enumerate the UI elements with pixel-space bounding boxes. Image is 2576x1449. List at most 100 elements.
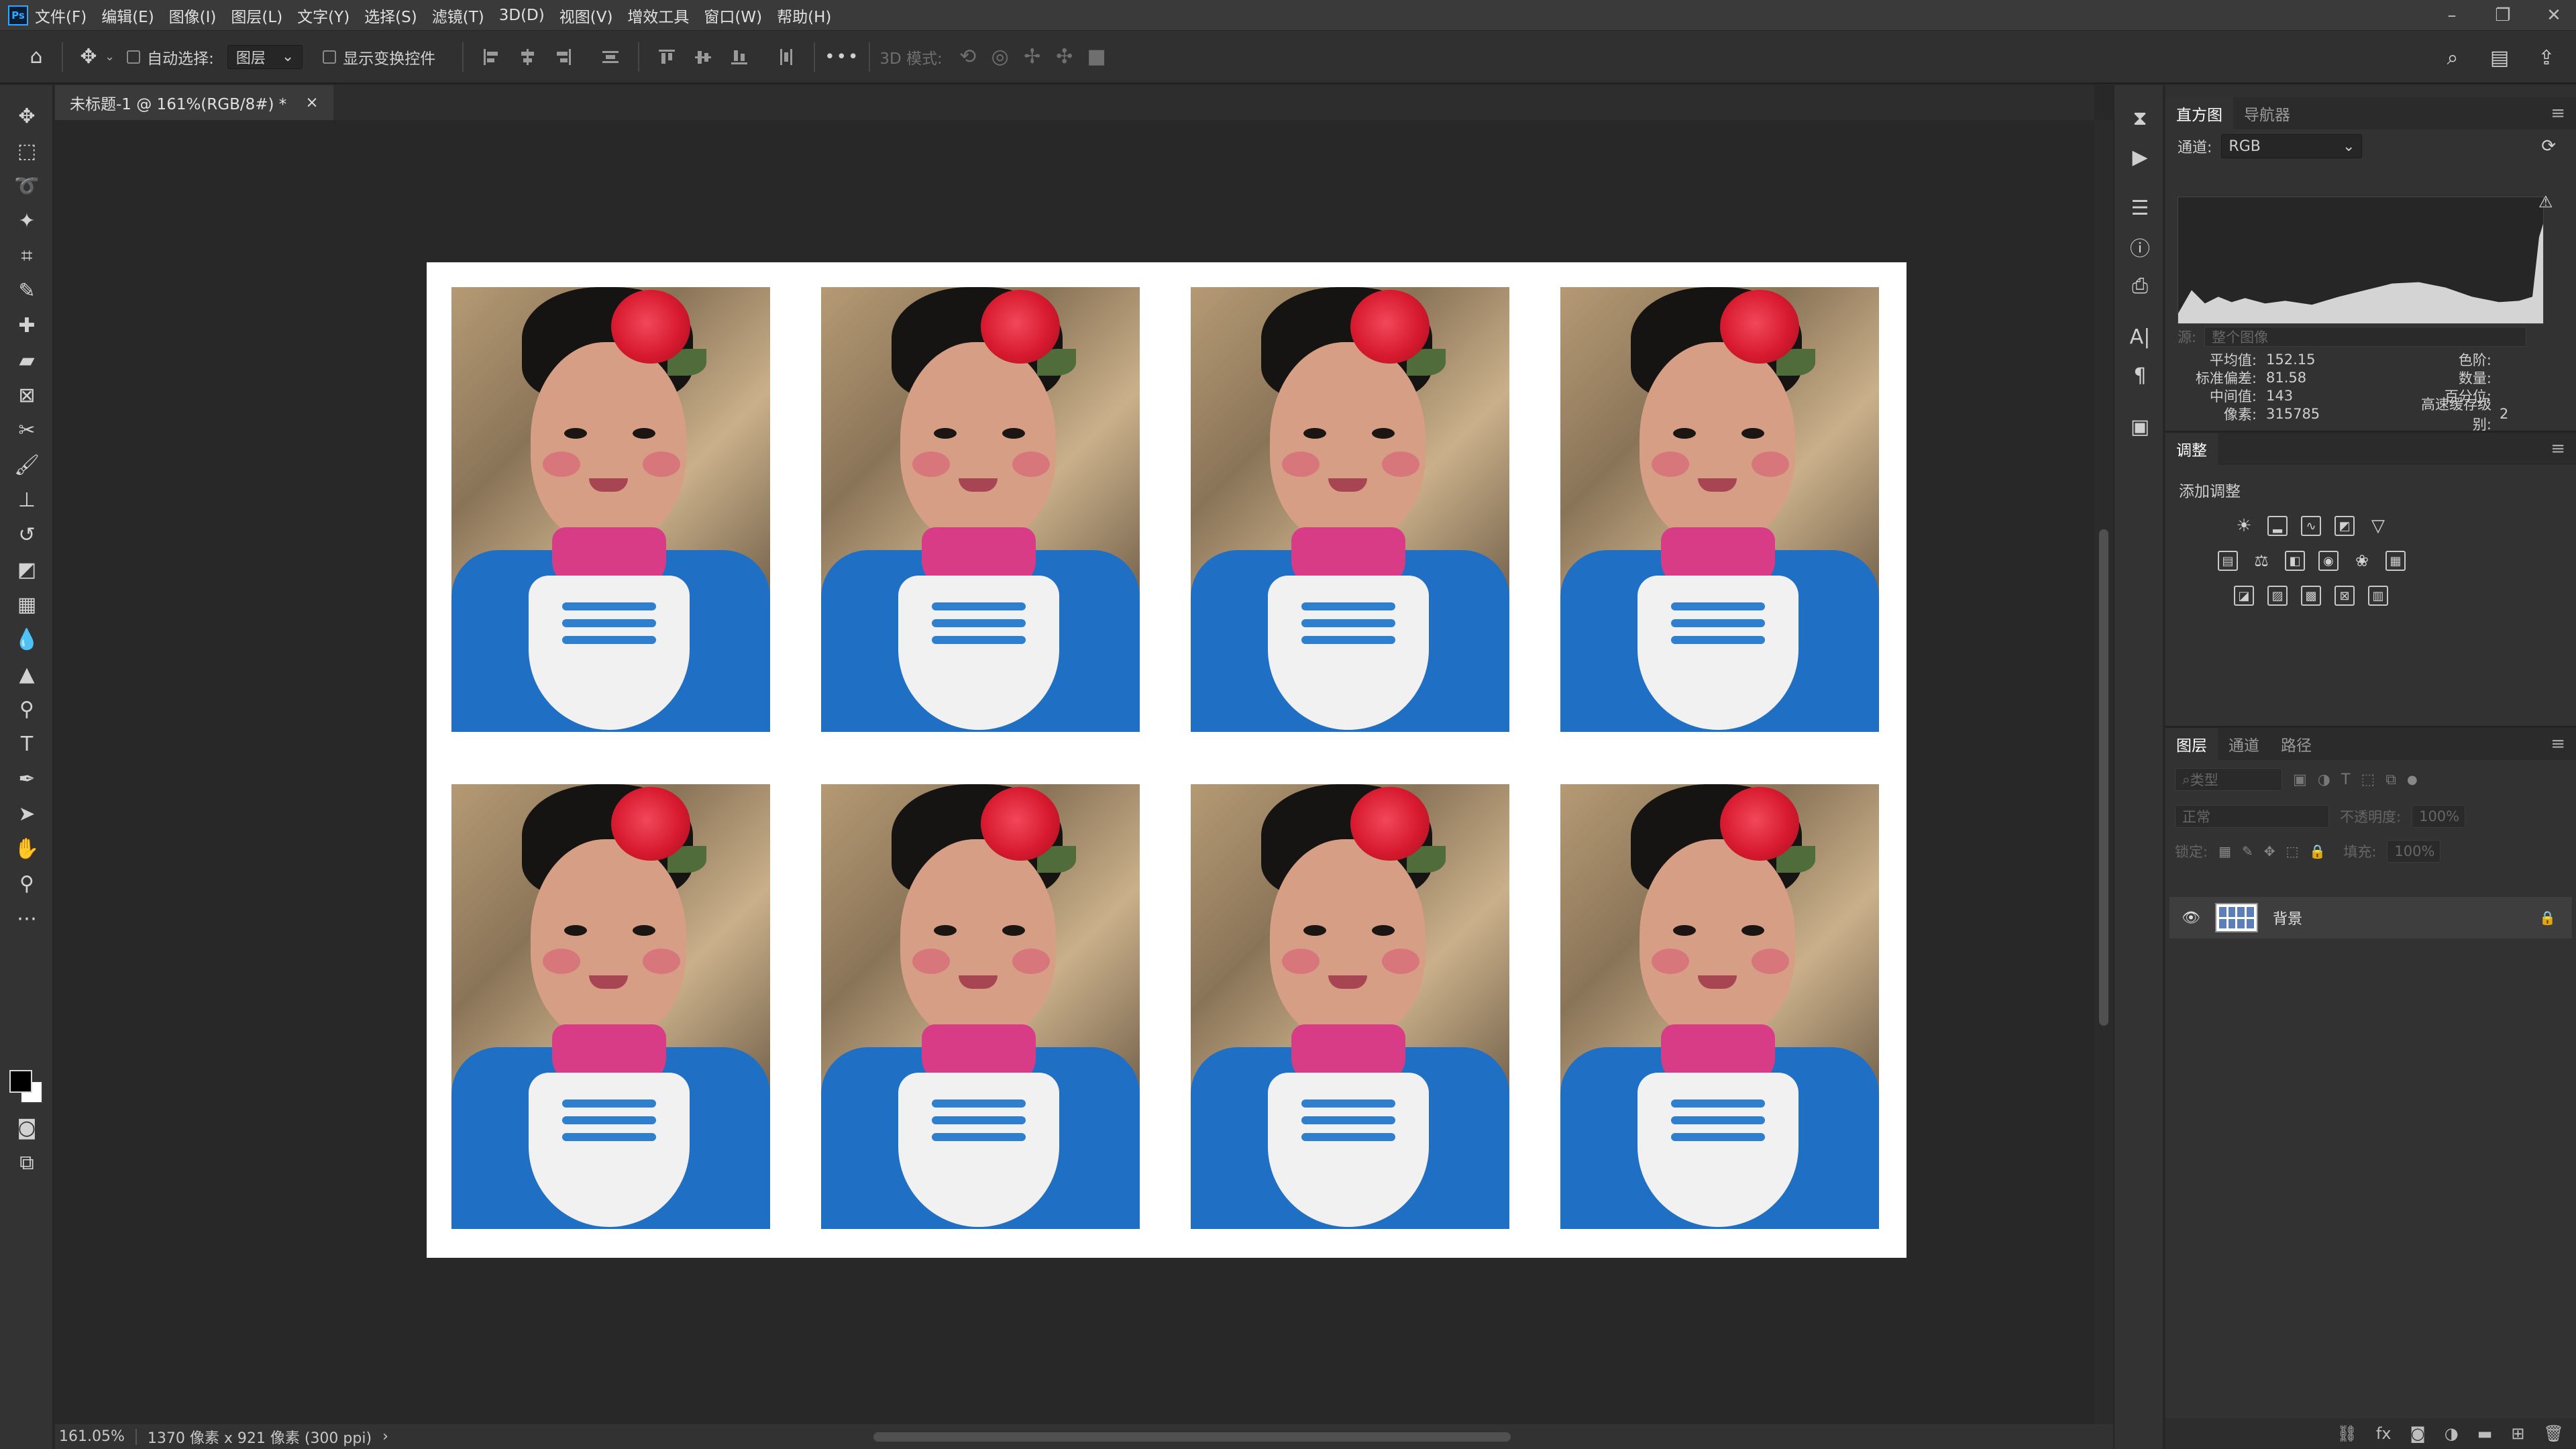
paragraph-icon[interactable]: ¶ — [2114, 356, 2165, 395]
document-tab[interactable]: 未标题-1 @ 161%(RGB/8#) * × — [55, 85, 333, 120]
auto-select-dropdown[interactable]: 图层 ⌄ — [227, 44, 303, 69]
menu-select[interactable]: 选择(S) — [364, 4, 417, 27]
move-tool-icon[interactable]: ✥ — [0, 99, 54, 133]
menu-type[interactable]: 文字(Y) — [297, 4, 350, 27]
distribute-vertical-icon[interactable] — [600, 47, 621, 67]
filter-adjustment-icon[interactable]: ◑ — [2318, 771, 2330, 788]
type-tool-icon[interactable]: T — [0, 727, 54, 761]
show-transform-checkbox[interactable] — [323, 50, 337, 64]
path-selection-tool-icon[interactable]: ➤ — [0, 796, 54, 831]
healing-brush-tool-icon[interactable]: ✚ — [0, 308, 54, 343]
align-top-icon[interactable] — [657, 47, 677, 67]
menu-view[interactable]: 视图(V) — [559, 4, 613, 27]
panel-menu-icon[interactable]: ≡ — [2551, 103, 2565, 123]
history-icon[interactable]: ⧗ — [2114, 99, 2165, 138]
vertical-scrollbar[interactable] — [2094, 120, 2113, 1424]
clone-stamp-tool-icon[interactable]: ⊥ — [0, 482, 54, 517]
new-adjustment-icon[interactable]: ◑ — [2445, 1424, 2459, 1443]
magic-wand-tool-icon[interactable]: ✦ — [0, 203, 54, 238]
lasso-tool-icon[interactable]: ➰ — [0, 168, 54, 203]
3d-orbit-icon[interactable]: ⟲ — [952, 41, 984, 73]
layer-filter-select[interactable]: ⌕ 类型 — [2175, 768, 2282, 791]
screen-mode-icon[interactable]: ⧉ — [0, 1145, 54, 1180]
add-mask-icon[interactable]: ◙ — [2410, 1424, 2425, 1443]
close-window-icon[interactable]: ✕ — [2545, 5, 2563, 25]
refresh-icon[interactable]: ⟳ — [2541, 136, 2556, 156]
crop-tool-icon[interactable]: ⌗ — [0, 238, 54, 273]
layer-style-icon[interactable]: fx — [2376, 1424, 2392, 1443]
chevron-down-icon[interactable]: ⌄ — [105, 50, 115, 64]
hue-saturation-icon[interactable]: ▤ — [2218, 551, 2238, 571]
character-icon[interactable]: A| — [2114, 317, 2165, 356]
foreground-color-swatch[interactable] — [9, 1070, 32, 1093]
curves-icon[interactable]: ∿ — [2301, 516, 2321, 536]
menu-help[interactable]: 帮助(H) — [777, 4, 831, 27]
filter-smart-object-icon[interactable]: ⧉ — [2385, 771, 2396, 788]
quick-mask-icon[interactable]: ◙ — [0, 1110, 54, 1145]
3d-pan-icon[interactable]: ✢ — [1016, 41, 1049, 73]
menu-window[interactable]: 窗口(W) — [704, 4, 762, 27]
tab-layers[interactable]: 图层 — [2165, 728, 2218, 760]
pen-tool-icon[interactable]: ✒ — [0, 761, 54, 796]
levels-icon[interactable]: ▂ — [2267, 516, 2288, 536]
selective-color-icon[interactable]: ⊠ — [2334, 586, 2355, 606]
opacity-input[interactable]: 100% — [2412, 805, 2466, 828]
auto-select-checkbox[interactable] — [127, 50, 141, 64]
tab-paths[interactable]: 路径 — [2270, 728, 2322, 760]
warning-icon[interactable]: ⚠ — [2538, 193, 2553, 211]
zoom-level[interactable]: 161.05% — [55, 1428, 125, 1445]
align-left-icon[interactable] — [481, 47, 501, 67]
actions-play-icon[interactable]: ▶ — [2114, 138, 2165, 176]
align-horizontal-center-icon[interactable] — [517, 47, 537, 67]
menu-3d[interactable]: 3D(D) — [499, 7, 545, 24]
bandage-tool-icon[interactable]: ▰ — [0, 343, 54, 378]
home-icon[interactable]: ⌂ — [20, 41, 52, 73]
frame-tool-icon[interactable]: ⊠ — [0, 378, 54, 413]
channel-select[interactable]: RGB ⌄ — [2221, 134, 2363, 158]
vibrance-icon[interactable]: ▽ — [2368, 516, 2388, 536]
sharpen-tool-icon[interactable]: ▲ — [0, 657, 54, 692]
source-select[interactable]: 整个图像 — [2204, 327, 2527, 347]
tab-navigator[interactable]: 导航器 — [2233, 97, 2301, 129]
gradient-map-icon[interactable]: ▥ — [2368, 586, 2388, 606]
filter-toggle-icon[interactable]: ● — [2407, 773, 2418, 787]
lock-transparent-icon[interactable]: ▦ — [2218, 843, 2231, 859]
blend-mode-select[interactable]: 正常 — [2175, 805, 2329, 828]
lock-position-icon[interactable]: ✥ — [2264, 843, 2275, 859]
delete-layer-icon[interactable]: 🗑 — [2544, 1424, 2564, 1443]
link-layers-icon[interactable]: ⛓ — [2337, 1424, 2357, 1443]
scissors-tool-icon[interactable]: ✂ — [0, 413, 54, 447]
tab-adjustments[interactable]: 调整 — [2165, 433, 2218, 465]
layer-name[interactable]: 背景 — [2273, 907, 2302, 928]
glyphs-icon[interactable]: ▣ — [2114, 407, 2165, 446]
new-layer-icon[interactable]: ⊞ — [2511, 1424, 2524, 1443]
exposure-icon[interactable]: ◩ — [2334, 516, 2355, 536]
eraser-tool-icon[interactable]: ◩ — [0, 552, 54, 587]
zoom-tool-icon[interactable]: ⚲ — [0, 866, 54, 901]
align-vertical-center-icon[interactable] — [693, 47, 713, 67]
menu-image[interactable]: 图像(I) — [169, 4, 217, 27]
invert-icon[interactable]: ◪ — [2234, 586, 2254, 606]
filter-pixel-icon[interactable]: ▣ — [2293, 771, 2307, 788]
new-group-icon[interactable]: ▬ — [2477, 1424, 2493, 1443]
edit-toolbar-icon[interactable]: ⋯ — [0, 901, 54, 936]
menu-file[interactable]: 文件(F) — [35, 4, 87, 27]
close-tab-icon[interactable]: × — [305, 94, 318, 111]
dodge-tool-icon[interactable]: ⚲ — [0, 692, 54, 727]
distribute-horizontal-icon[interactable] — [776, 47, 796, 67]
info-icon[interactable]: ⓘ — [2114, 227, 2165, 266]
align-right-icon[interactable] — [553, 47, 574, 67]
3d-camera-icon[interactable]: ■ — [1081, 41, 1113, 73]
menu-edit[interactable]: 编辑(E) — [101, 4, 154, 27]
brush-tool-icon[interactable]: 🖌 — [0, 447, 54, 482]
filter-type-icon[interactable]: T — [2341, 771, 2350, 788]
share-icon[interactable]: ⇪ — [2530, 42, 2563, 74]
search-icon[interactable]: ⌕ — [2436, 42, 2469, 74]
horizontal-scrollbar-thumb[interactable] — [873, 1432, 1511, 1442]
blur-tool-icon[interactable]: 💧 — [0, 622, 54, 657]
photo-filter-icon[interactable]: ◉ — [2318, 551, 2339, 571]
scrollbar-thumb[interactable] — [2099, 529, 2108, 1026]
hand-tool-icon[interactable]: ✋ — [0, 831, 54, 866]
tab-histogram[interactable]: 直方图 — [2165, 97, 2233, 129]
lock-all-icon[interactable]: 🔒 — [2309, 843, 2326, 859]
